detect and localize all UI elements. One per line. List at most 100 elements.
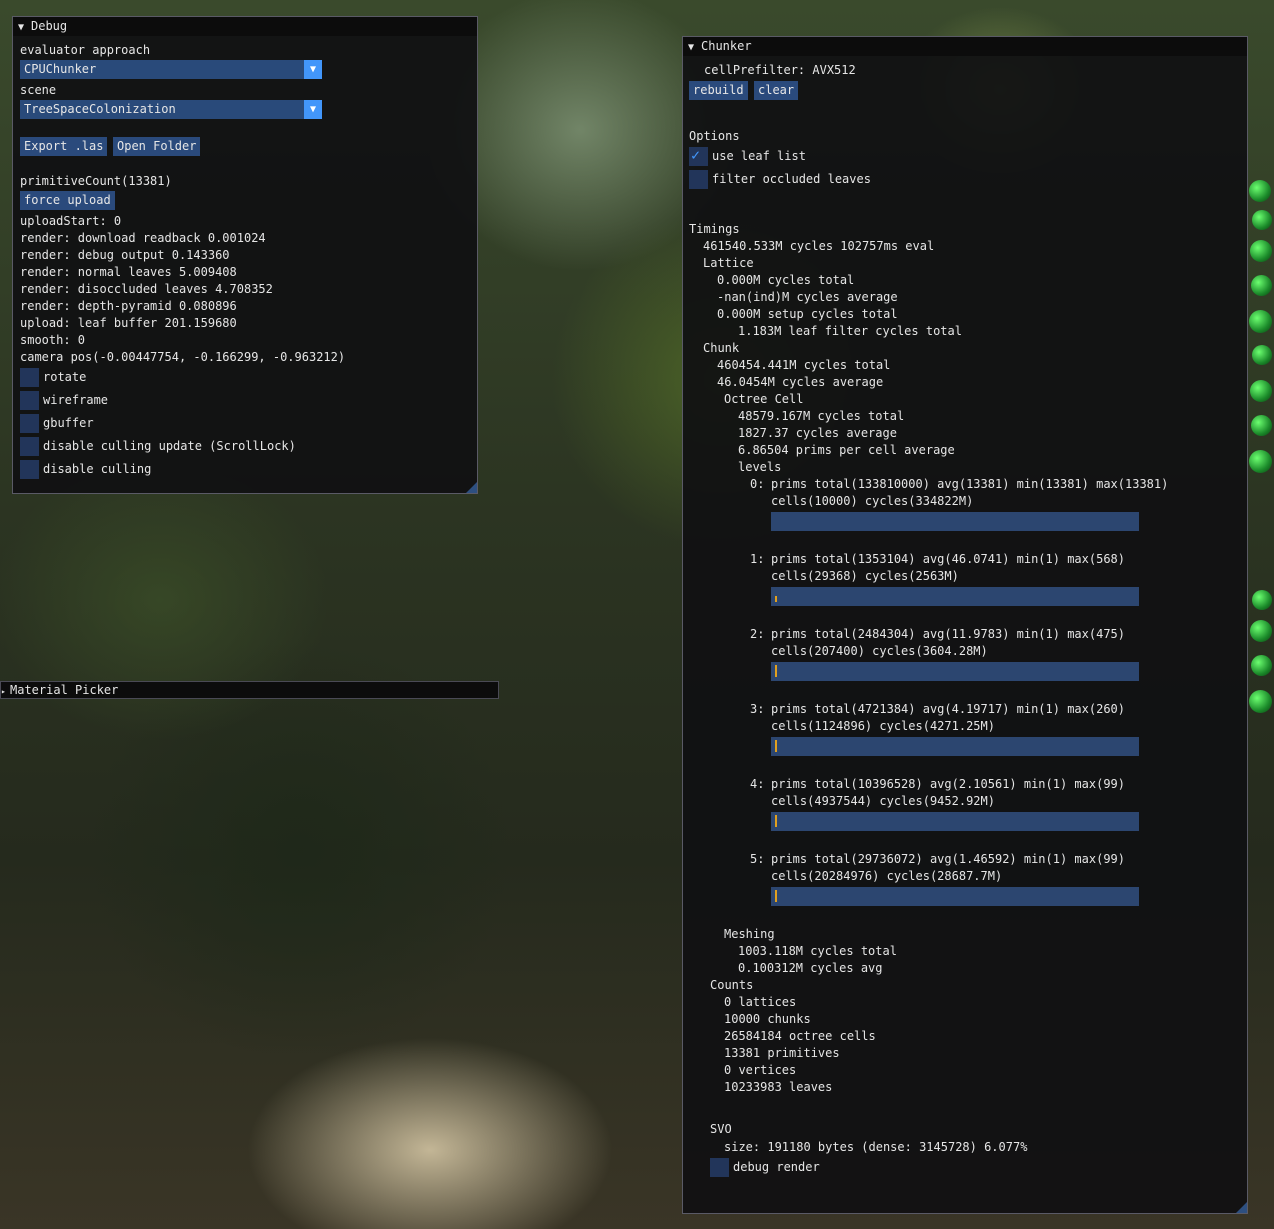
stat-line: uploadStart: 0 [20,214,122,228]
chunk-line: 46.0454M cycles average [717,375,884,389]
open-folder-button[interactable]: Open Folder [113,137,201,156]
level-index: 5: [750,852,765,866]
use-leaf-list-checkbox[interactable]: ✓ [689,146,708,166]
count-line: 10000 chunks [724,1012,811,1026]
meshing-line: 0.100312M cycles avg [738,961,883,975]
level-cells: cells(29368) cycles(2563M) [771,569,959,583]
chunk-line: 460454.441M cycles total [717,358,891,372]
expand-arrow-icon[interactable]: ▸ [1,684,10,700]
level-prims: prims total(29736072) avg(1.46592) min(1… [771,852,1126,866]
disable-culling-update-checkbox[interactable] [20,437,39,456]
rotate-checkbox[interactable] [20,368,39,387]
use-leaf-list-label: use leaf list [712,149,806,163]
lattice-line: 0.000M setup cycles total [717,307,898,321]
histogram-tick [775,890,777,902]
resize-grip[interactable] [1236,1202,1247,1213]
disable-culling-update-label: disable culling update (ScrollLock) [43,439,296,453]
octree-line: 6.86504 prims per cell average [738,443,955,457]
level-histogram [771,512,1139,531]
stat-line: render: depth-pyramid 0.080896 [20,299,237,313]
level-index: 0: [750,477,765,491]
level-cells: cells(207400) cycles(3604.28M) [771,644,988,658]
filter-occluded-label: filter occluded leaves [712,172,871,186]
level-cells: cells(1124896) cycles(4271.25M) [771,719,995,733]
options-header: Options [689,129,740,143]
level-index: 1: [750,552,765,566]
disable-culling-label: disable culling [43,462,152,476]
collapse-arrow-icon[interactable]: ▼ [688,38,701,57]
counts-header: Counts [710,978,754,992]
histogram-tick [775,740,777,752]
count-line: 13381 primitives [724,1046,840,1060]
level-prims: prims total(10396528) avg(2.10561) min(1… [771,777,1126,791]
scene-label: scene [20,83,57,97]
chunk-header: Chunk [703,341,740,355]
svo-header: SVO [710,1122,732,1136]
lattice-line: -nan(ind)M cycles average [717,290,898,304]
cell-prefilter: cellPrefilter: AVX512 [704,63,856,77]
debug-render-checkbox[interactable] [710,1158,729,1177]
rotate-label: rotate [43,370,87,384]
primitive-count: primitiveCount(13381) [20,174,172,188]
resize-grip[interactable] [466,482,477,493]
force-upload-button[interactable]: force upload [20,191,115,210]
level-histogram [771,887,1139,906]
scene-combo[interactable]: TreeSpaceColonization ▼ [20,100,322,119]
debug-window: ▼ Debug evaluator approach CPUChunker ▼ s… [12,16,478,494]
count-line: 0 vertices [724,1063,797,1077]
level-prims: prims total(4721384) avg(4.19717) min(1)… [771,702,1126,716]
wireframe-label: wireframe [43,393,109,407]
level-prims: prims total(133810000) avg(13381) min(13… [771,477,1169,491]
lattice-line: 0.000M cycles total [717,273,855,287]
chunker-titlebar[interactable]: ▼ Chunker [683,37,1247,56]
debug-title: Debug [31,19,68,33]
eval-line: 461540.533M cycles 102757ms eval [703,239,935,253]
lattice-line: 1.183M leaf filter cycles total [738,324,962,338]
meshing-line: 1003.118M cycles total [738,944,897,958]
debug-render-label: debug render [733,1160,820,1174]
svo-size: size: 191180 bytes (dense: 3145728) 6.07… [724,1140,1028,1154]
histogram-tick [775,815,777,827]
dropdown-arrow-icon[interactable]: ▼ [304,100,322,119]
evaluator-label: evaluator approach [20,43,151,57]
histogram-tick [775,596,777,602]
level-histogram [771,812,1139,831]
chunker-title: Chunker [701,39,752,53]
timings-header: Timings [689,222,740,236]
collapse-arrow-icon[interactable]: ▼ [18,18,31,37]
meshing-header: Meshing [724,927,775,941]
stat-line: render: download readback 0.001024 [20,231,266,245]
count-line: 0 lattices [724,995,797,1009]
histogram-tick [775,665,777,677]
debug-titlebar[interactable]: ▼ Debug [13,17,477,36]
evaluator-value: CPUChunker [24,62,97,76]
level-histogram [771,587,1139,606]
disable-culling-checkbox[interactable] [20,460,39,479]
rebuild-button[interactable]: rebuild [689,81,748,100]
stat-line: upload: leaf buffer 201.159680 [20,316,237,330]
camera-pos: camera pos(-0.00447754, -0.166299, -0.96… [20,350,346,364]
level-index: 2: [750,627,765,641]
wireframe-checkbox[interactable] [20,391,39,410]
level-index: 4: [750,777,765,791]
gbuffer-checkbox[interactable] [20,414,39,433]
evaluator-combo[interactable]: CPUChunker ▼ [20,60,322,79]
level-histogram [771,737,1139,756]
count-line: 10233983 leaves [724,1080,833,1094]
count-line: 26584184 octree cells [724,1029,876,1043]
material-picker-title: Material Picker [10,683,119,697]
scene-value: TreeSpaceColonization [24,102,176,116]
material-picker-window[interactable]: ▸ Material Picker [0,681,499,699]
checkmark-icon: ✓ [691,146,701,164]
export-las-button[interactable]: Export .las [20,137,108,156]
octree-header: Octree Cell [724,392,804,406]
level-index: 3: [750,702,765,716]
levels-header: levels [738,460,782,474]
dropdown-arrow-icon[interactable]: ▼ [304,60,322,79]
level-cells: cells(10000) cycles(334822M) [771,494,974,508]
filter-occluded-checkbox[interactable] [689,170,708,189]
level-cells: cells(4937544) cycles(9452.92M) [771,794,995,808]
stat-line: render: normal leaves 5.009408 [20,265,237,279]
clear-button[interactable]: clear [754,81,799,100]
stat-line: render: debug output 0.143360 [20,248,230,262]
